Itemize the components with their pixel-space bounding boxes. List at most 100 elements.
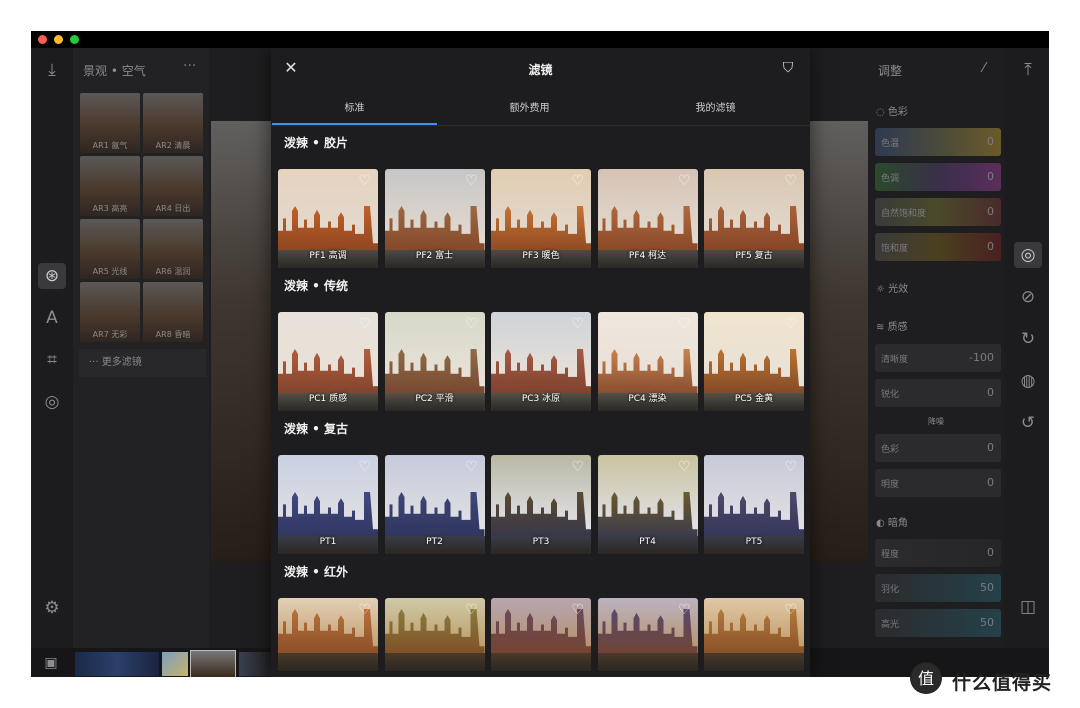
preset-thumb[interactable]: AR2 清晨 (143, 93, 203, 153)
favorite-heart-icon[interactable]: ♡ (465, 317, 478, 331)
text-tool-icon[interactable]: A (38, 305, 66, 331)
preset-thumb[interactable]: AR6 温润 (143, 219, 203, 279)
filter-thumb[interactable]: ♡ PF3 暖色 (491, 169, 591, 268)
adjust-slider[interactable]: 自然饱和度 0 (875, 198, 1001, 226)
maximize-window-button[interactable] (70, 35, 79, 44)
adjust-slider[interactable]: 清晰度 -100 (875, 344, 1001, 372)
filter-thumb[interactable]: ♡ (491, 598, 591, 671)
filter-thumb[interactable]: ♡ (384, 598, 485, 671)
minimize-window-button[interactable] (54, 35, 63, 44)
favorite-heart-icon[interactable]: ♡ (571, 460, 584, 474)
filter-thumb[interactable]: ♡ PC4 漂染 (597, 312, 698, 411)
adjust-slider[interactable]: 程度 0 (875, 539, 1001, 567)
filmstrip-thumb-selected[interactable] (190, 650, 236, 677)
gallery-icon[interactable]: ▣ (37, 650, 65, 676)
favorite-heart-icon[interactable]: ♡ (571, 317, 584, 331)
preset-thumb[interactable]: AR5 光线 (80, 219, 140, 279)
compare-icon[interactable]: ◫ (1014, 594, 1042, 620)
favorite-heart-icon[interactable]: ♡ (358, 460, 371, 474)
favorite-heart-icon[interactable]: ♡ (784, 460, 797, 474)
tab-my-filters[interactable]: 我的滤镜 (633, 99, 798, 114)
preset-thumb[interactable]: AR7 无彩 (80, 282, 140, 342)
preset-thumb-label: AR7 无彩 (92, 330, 128, 339)
favorite-heart-icon[interactable]: ♡ (678, 460, 691, 474)
adjust-slider[interactable]: 色调 0 (875, 163, 1001, 191)
adjust-slider[interactable]: 饱和度 0 (875, 233, 1001, 261)
reset-icon[interactable]: ↺ (1014, 410, 1042, 436)
tab-extra-paid[interactable]: 额外费用 (447, 99, 612, 114)
filter-thumb[interactable]: ♡ PF2 富士 (384, 169, 485, 268)
adjust-icon[interactable]: ◎ (1014, 242, 1042, 268)
preset-thumb[interactable]: AR1 氤气 (80, 93, 140, 153)
filter-thumb[interactable]: ♡ PF4 柯达 (597, 169, 698, 268)
filters-icon[interactable]: ⊛ (38, 263, 66, 289)
filter-thumb-label: PC5 金黄 (734, 394, 774, 404)
filter-thumb[interactable]: ♡ PC1 质感 (278, 312, 378, 411)
preset-panel-more-icon[interactable]: ··· (183, 58, 196, 74)
preset-thumb[interactable]: AR8 昏暗 (143, 282, 203, 342)
adjust-slider[interactable]: 色彩 0 (875, 434, 1001, 462)
auto-enhance-icon[interactable]: ⁄ (970, 56, 998, 82)
filter-thumb[interactable]: ♡ PT1 (278, 455, 378, 554)
filmstrip-thumb[interactable] (162, 652, 188, 676)
favorite-heart-icon[interactable]: ♡ (465, 174, 478, 188)
light-section-label: 光效 (888, 284, 909, 295)
adjust-slider-value: 0 (987, 386, 994, 399)
filter-thumb-label: PC1 质感 (308, 394, 348, 404)
filter-thumb[interactable]: ♡ (278, 598, 378, 671)
favorite-heart-icon[interactable]: ♡ (678, 603, 691, 617)
filter-thumb[interactable]: ♡ PT5 (704, 455, 804, 554)
favorite-heart-icon[interactable]: ♡ (465, 460, 478, 474)
favorite-heart-icon[interactable]: ♡ (358, 317, 371, 331)
adjust-slider[interactable]: 高光 50 (875, 609, 1001, 637)
curve-icon[interactable]: ↻ (1014, 326, 1042, 352)
adjust-slider[interactable]: 羽化 50 (875, 574, 1001, 602)
adjust-slider-value: 0 (987, 546, 994, 559)
adjust-slider[interactable]: 明度 0 (875, 469, 1001, 497)
close-window-button[interactable] (38, 35, 47, 44)
favorite-heart-icon[interactable]: ♡ (571, 603, 584, 617)
filmstrip-thumb[interactable] (239, 652, 271, 676)
preset-thumb-label: AR6 温润 (155, 267, 191, 276)
tab-standard[interactable]: 标准 (272, 99, 437, 114)
export-icon[interactable]: ⤒ (1014, 57, 1042, 83)
filter-tabs: 标准 额外费用 我的滤镜 (271, 88, 810, 126)
adjust-slider-value: 0 (987, 135, 994, 148)
favorite-heart-icon[interactable]: ♡ (571, 174, 584, 188)
filter-thumb[interactable]: ♡ PC3 冰原 (491, 312, 591, 411)
settings-icon[interactable]: ⚙ (38, 595, 66, 621)
color-section-title: ◌ 色彩 (876, 107, 908, 118)
preset-thumb[interactable]: AR4 日出 (143, 156, 203, 216)
filmstrip-thumb[interactable] (75, 652, 159, 676)
filter-thumb[interactable]: ♡ PT4 (597, 455, 698, 554)
filter-thumb[interactable]: ♡ PT2 (384, 455, 485, 554)
adjust-slider[interactable]: 锐化 0 (875, 379, 1001, 407)
filter-thumb[interactable]: ♡ (597, 598, 698, 671)
lens-icon[interactable]: ◎ (38, 389, 66, 415)
filter-thumb[interactable]: ♡ PC2 平滑 (384, 312, 485, 411)
hsl-icon[interactable]: ⊘ (1014, 284, 1042, 310)
favorite-heart-icon[interactable]: ♡ (678, 174, 691, 188)
adjust-slider-label: 锐化 (881, 390, 900, 400)
import-icon[interactable]: ⤓ (38, 57, 66, 83)
filter-thumb[interactable]: ♡ PC5 金黄 (704, 312, 804, 411)
face-icon[interactable]: ◍ (1014, 368, 1042, 394)
adjust-slider-label: 色温 (881, 139, 900, 149)
filter-thumb[interactable]: ♡ PF1 高调 (278, 169, 378, 268)
filter-thumb[interactable]: ♡ (704, 598, 804, 671)
favorite-heart-icon[interactable]: ♡ (358, 174, 371, 188)
filter-thumb[interactable]: ♡ PF5 复古 (704, 169, 804, 268)
crop-icon[interactable]: ⌗ (38, 347, 66, 373)
preset-thumb[interactable]: AR3 高亮 (80, 156, 140, 216)
favorite-heart-icon[interactable]: ♡ (784, 174, 797, 188)
favorite-heart-icon[interactable]: ♡ (358, 603, 371, 617)
favorite-heart-icon[interactable]: ♡ (784, 603, 797, 617)
adjust-slider-value: 0 (987, 205, 994, 218)
favorite-heart-icon[interactable]: ♡ (784, 317, 797, 331)
more-filters-button[interactable]: ··· 更多滤镜 (79, 349, 206, 377)
adjust-slider[interactable]: 色温 0 (875, 128, 1001, 156)
filter-thumb[interactable]: ♡ PT3 (491, 455, 591, 554)
favorite-heart-icon[interactable]: ♡ (678, 317, 691, 331)
store-bag-icon[interactable]: ⛉ (774, 55, 802, 81)
favorite-heart-icon[interactable]: ♡ (465, 603, 478, 617)
